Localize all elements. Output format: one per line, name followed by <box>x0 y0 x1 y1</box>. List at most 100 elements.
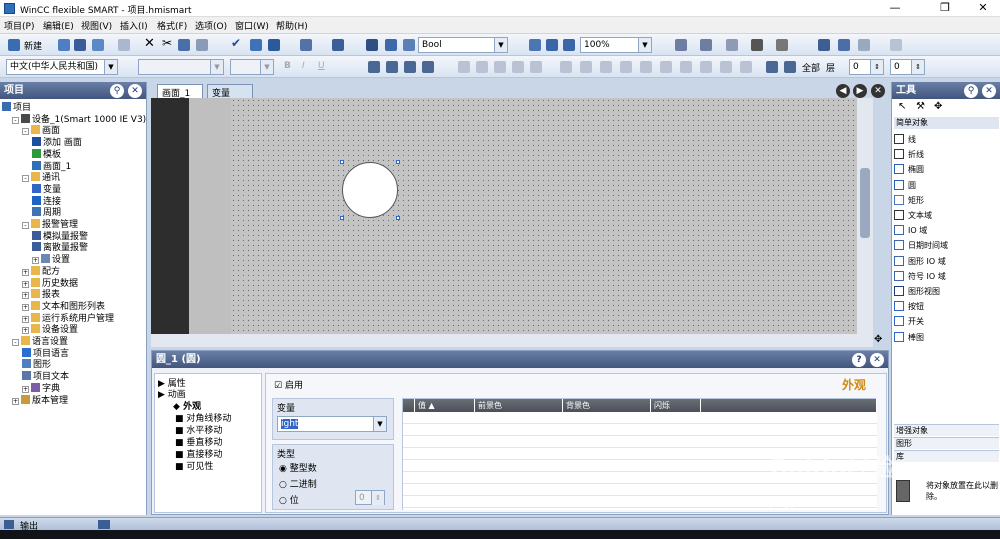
move-icon[interactable]: ✥ <box>874 334 886 346</box>
tab-tags[interactable]: 变量 <box>207 84 253 99</box>
collapse-icon[interactable]: - <box>12 339 19 346</box>
minimize-button[interactable]: — <box>880 0 910 16</box>
spin-icon[interactable]: ⇕ <box>870 60 883 74</box>
help-icon[interactable] <box>838 39 850 51</box>
italic-icon[interactable]: I <box>302 61 305 71</box>
enhanced-objects[interactable]: 增强对象 <box>894 424 999 436</box>
font-color-icon[interactable] <box>726 39 738 51</box>
chevron-down-icon[interactable]: ▼ <box>104 60 117 74</box>
chevron-down-icon[interactable]: ▼ <box>494 38 507 52</box>
chevron-down-icon[interactable]: ▼ <box>373 417 386 431</box>
enable-checkbox[interactable]: ☑ 启用 <box>274 378 303 391</box>
close-icon[interactable]: ✕ <box>870 353 884 367</box>
tab-prev-icon[interactable]: ◀ <box>836 84 850 98</box>
size-icon[interactable] <box>560 61 572 73</box>
replace-icon[interactable] <box>385 39 397 51</box>
tab-next-icon[interactable]: ▶ <box>853 84 867 98</box>
col-background[interactable]: 背景色 <box>563 399 651 412</box>
save-icon[interactable] <box>74 39 86 51</box>
compile-icon[interactable] <box>250 39 262 51</box>
circle-object[interactable] <box>342 162 398 218</box>
spin-icon[interactable]: ⇕ <box>371 491 384 505</box>
close-icon[interactable]: ✕ <box>128 84 142 98</box>
screen-canvas[interactable] <box>151 98 873 334</box>
menu-window[interactable]: 窗口(W) <box>235 19 269 32</box>
new-button[interactable]: 新建 <box>24 39 42 52</box>
distribute-icon[interactable] <box>494 61 506 73</box>
distribute-icon[interactable] <box>458 61 470 73</box>
zoom-combo[interactable]: 100% ▼ <box>580 37 652 53</box>
tool-item[interactable]: 文本域 <box>894 210 932 221</box>
collapse-icon[interactable]: - <box>12 116 19 124</box>
redo-icon[interactable] <box>118 39 130 51</box>
align-icon[interactable] <box>368 61 380 73</box>
object-list-icon[interactable] <box>332 39 344 51</box>
check-icon[interactable]: ✔ <box>231 36 241 50</box>
variable-combo[interactable]: ight ▼ <box>277 416 387 432</box>
extra-icon[interactable] <box>890 39 902 51</box>
tool-item[interactable]: 椭圆 <box>894 164 924 175</box>
output-panel-icon[interactable] <box>98 520 110 529</box>
nav-visibility[interactable]: ■ 可见性 <box>175 459 213 472</box>
resize-handle[interactable] <box>396 160 400 164</box>
context-help-icon[interactable] <box>858 39 870 51</box>
font-size-combo[interactable]: ▼ <box>230 59 274 75</box>
size-icon[interactable] <box>660 61 672 73</box>
bold-icon[interactable]: B <box>284 61 291 71</box>
cut-icon[interactable]: ✂ <box>162 36 172 50</box>
scrollbar-thumb[interactable] <box>860 168 870 238</box>
tool-item[interactable]: 棒图 <box>894 331 924 343</box>
tab-screen-1[interactable]: 画面_1 <box>157 84 203 99</box>
simple-objects-header[interactable]: 简单对象 <box>894 117 999 129</box>
resize-handle[interactable] <box>396 216 400 220</box>
align-icon[interactable] <box>404 61 416 73</box>
menu-project[interactable]: 项目(P) <box>4 19 34 32</box>
collapse-icon[interactable]: - <box>22 128 29 136</box>
trash-icon[interactable] <box>896 480 910 502</box>
collapse-icon[interactable]: - <box>22 175 29 183</box>
graphics-category[interactable]: 图形 <box>894 437 999 449</box>
tool-item[interactable]: 图形 IO 域 <box>894 255 946 267</box>
size-icon[interactable] <box>640 61 652 73</box>
library-category[interactable]: 库 <box>894 450 999 462</box>
distribute-icon[interactable] <box>530 61 542 73</box>
underline-icon[interactable]: U <box>318 61 325 71</box>
tool-item[interactable]: 日期时间域 <box>894 240 948 251</box>
distribute-icon[interactable] <box>476 61 488 73</box>
paste-icon[interactable] <box>196 39 208 51</box>
zoom-in-icon[interactable] <box>546 39 558 51</box>
resize-handle[interactable] <box>340 160 344 164</box>
tool-item[interactable]: 符号 IO 域 <box>894 270 946 282</box>
horizontal-scrollbar[interactable] <box>151 334 873 347</box>
line-width-icon[interactable] <box>751 39 763 51</box>
menu-help[interactable]: 帮助(H) <box>276 19 308 32</box>
chevron-down-icon[interactable]: ▼ <box>210 60 223 74</box>
tool-icon[interactable]: ⚒ <box>916 101 925 112</box>
tool-item[interactable]: 线 <box>894 134 916 145</box>
align-icon[interactable] <box>422 61 434 73</box>
layer-spinner-2[interactable]: 0 ⇕ <box>890 59 925 75</box>
open-icon[interactable] <box>58 39 70 51</box>
line-color-icon[interactable] <box>700 39 712 51</box>
size-icon[interactable] <box>740 61 752 73</box>
zoom-fit-icon[interactable] <box>529 39 541 51</box>
help-icon[interactable]: ? <box>852 353 866 367</box>
menu-view[interactable]: 视图(V) <box>81 19 112 32</box>
menu-options[interactable]: 选项(O) <box>195 19 227 32</box>
tool-item[interactable]: 矩形 <box>894 194 924 206</box>
pin-icon[interactable]: ⚲ <box>964 84 978 98</box>
chevron-down-icon[interactable]: ▼ <box>260 60 273 74</box>
menu-format[interactable]: 格式(F) <box>157 19 187 32</box>
zoom-out-icon[interactable] <box>563 39 575 51</box>
download-icon[interactable] <box>300 39 312 51</box>
tool-item[interactable]: IO 域 <box>894 225 927 236</box>
find-icon[interactable] <box>366 39 378 51</box>
collapse-icon[interactable]: - <box>22 222 29 229</box>
pointer-icon[interactable]: ↖ <box>898 101 906 112</box>
maximize-button[interactable]: ❐ <box>930 0 960 16</box>
tool-icon[interactable]: ✥ <box>934 101 942 112</box>
menu-edit[interactable]: 编辑(E) <box>43 19 74 32</box>
col-blink[interactable]: 闪烁 <box>651 399 701 412</box>
undo-icon[interactable] <box>92 39 104 51</box>
close-icon[interactable]: ✕ <box>982 84 996 98</box>
